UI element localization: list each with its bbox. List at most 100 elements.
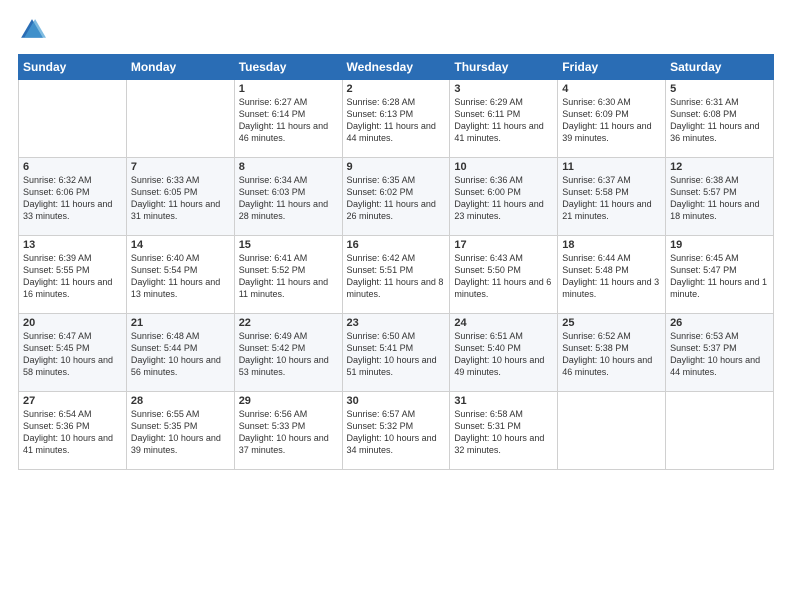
weekday-header: Wednesday xyxy=(342,55,450,80)
day-number: 20 xyxy=(23,317,122,329)
sunrise-label: Sunrise: 6:47 AM xyxy=(23,331,92,341)
sunset-label: Sunset: 5:50 PM xyxy=(454,265,521,275)
day-info: Sunrise: 6:33 AM Sunset: 6:05 PM Dayligh… xyxy=(131,174,230,223)
daylight-label: Daylight: 11 hours and 8 minutes. xyxy=(347,277,444,299)
day-info: Sunrise: 6:43 AM Sunset: 5:50 PM Dayligh… xyxy=(454,252,553,301)
daylight-label: Daylight: 11 hours and 26 minutes. xyxy=(347,199,436,221)
calendar-cell: 15 Sunrise: 6:41 AM Sunset: 5:52 PM Dayl… xyxy=(234,236,342,314)
calendar-cell: 2 Sunrise: 6:28 AM Sunset: 6:13 PM Dayli… xyxy=(342,80,450,158)
day-info: Sunrise: 6:32 AM Sunset: 6:06 PM Dayligh… xyxy=(23,174,122,223)
day-info: Sunrise: 6:47 AM Sunset: 5:45 PM Dayligh… xyxy=(23,330,122,379)
day-info: Sunrise: 6:40 AM Sunset: 5:54 PM Dayligh… xyxy=(131,252,230,301)
calendar-cell: 18 Sunrise: 6:44 AM Sunset: 5:48 PM Dayl… xyxy=(558,236,666,314)
sunset-label: Sunset: 5:57 PM xyxy=(670,187,737,197)
sunset-label: Sunset: 5:33 PM xyxy=(239,421,306,431)
daylight-label: Daylight: 11 hours and 18 minutes. xyxy=(670,199,759,221)
calendar-cell: 31 Sunrise: 6:58 AM Sunset: 5:31 PM Dayl… xyxy=(450,392,558,470)
sunrise-label: Sunrise: 6:37 AM xyxy=(562,175,631,185)
sunrise-label: Sunrise: 6:45 AM xyxy=(670,253,739,263)
daylight-label: Daylight: 10 hours and 49 minutes. xyxy=(454,355,544,377)
calendar-cell xyxy=(19,80,127,158)
day-info: Sunrise: 6:52 AM Sunset: 5:38 PM Dayligh… xyxy=(562,330,661,379)
day-number: 28 xyxy=(131,395,230,407)
daylight-label: Daylight: 10 hours and 51 minutes. xyxy=(347,355,437,377)
weekday-header: Thursday xyxy=(450,55,558,80)
day-number: 24 xyxy=(454,317,553,329)
day-number: 29 xyxy=(239,395,338,407)
calendar-cell: 16 Sunrise: 6:42 AM Sunset: 5:51 PM Dayl… xyxy=(342,236,450,314)
daylight-label: Daylight: 10 hours and 58 minutes. xyxy=(23,355,113,377)
daylight-label: Daylight: 10 hours and 34 minutes. xyxy=(347,433,437,455)
day-info: Sunrise: 6:58 AM Sunset: 5:31 PM Dayligh… xyxy=(454,408,553,457)
day-number: 9 xyxy=(347,161,446,173)
calendar-cell: 29 Sunrise: 6:56 AM Sunset: 5:33 PM Dayl… xyxy=(234,392,342,470)
calendar-cell: 17 Sunrise: 6:43 AM Sunset: 5:50 PM Dayl… xyxy=(450,236,558,314)
sunrise-label: Sunrise: 6:27 AM xyxy=(239,97,308,107)
day-number: 13 xyxy=(23,239,122,251)
sunset-label: Sunset: 5:40 PM xyxy=(454,343,521,353)
sunset-label: Sunset: 6:05 PM xyxy=(131,187,198,197)
day-number: 18 xyxy=(562,239,661,251)
day-number: 8 xyxy=(239,161,338,173)
daylight-label: Daylight: 11 hours and 13 minutes. xyxy=(131,277,220,299)
daylight-label: Daylight: 10 hours and 46 minutes. xyxy=(562,355,652,377)
daylight-label: Daylight: 11 hours and 16 minutes. xyxy=(23,277,112,299)
sunset-label: Sunset: 5:54 PM xyxy=(131,265,198,275)
daylight-label: Daylight: 10 hours and 37 minutes. xyxy=(239,433,329,455)
day-info: Sunrise: 6:37 AM Sunset: 5:58 PM Dayligh… xyxy=(562,174,661,223)
sunset-label: Sunset: 5:31 PM xyxy=(454,421,521,431)
weekday-header: Tuesday xyxy=(234,55,342,80)
day-number: 21 xyxy=(131,317,230,329)
day-info: Sunrise: 6:28 AM Sunset: 6:13 PM Dayligh… xyxy=(347,96,446,145)
day-number: 30 xyxy=(347,395,446,407)
daylight-label: Daylight: 11 hours and 36 minutes. xyxy=(670,121,759,143)
day-number: 27 xyxy=(23,395,122,407)
sunrise-label: Sunrise: 6:28 AM xyxy=(347,97,416,107)
calendar-cell xyxy=(666,392,774,470)
day-number: 5 xyxy=(670,83,769,95)
day-info: Sunrise: 6:45 AM Sunset: 5:47 PM Dayligh… xyxy=(670,252,769,301)
day-info: Sunrise: 6:53 AM Sunset: 5:37 PM Dayligh… xyxy=(670,330,769,379)
weekday-header: Sunday xyxy=(19,55,127,80)
calendar-cell: 5 Sunrise: 6:31 AM Sunset: 6:08 PM Dayli… xyxy=(666,80,774,158)
sunset-label: Sunset: 6:02 PM xyxy=(347,187,414,197)
daylight-label: Daylight: 11 hours and 1 minute. xyxy=(670,277,767,299)
calendar-cell: 11 Sunrise: 6:37 AM Sunset: 5:58 PM Dayl… xyxy=(558,158,666,236)
daylight-label: Daylight: 10 hours and 53 minutes. xyxy=(239,355,329,377)
sunset-label: Sunset: 6:09 PM xyxy=(562,109,629,119)
sunset-label: Sunset: 5:42 PM xyxy=(239,343,306,353)
calendar-week-row: 6 Sunrise: 6:32 AM Sunset: 6:06 PM Dayli… xyxy=(19,158,774,236)
calendar-week-row: 13 Sunrise: 6:39 AM Sunset: 5:55 PM Dayl… xyxy=(19,236,774,314)
day-number: 17 xyxy=(454,239,553,251)
day-number: 2 xyxy=(347,83,446,95)
daylight-label: Daylight: 10 hours and 32 minutes. xyxy=(454,433,544,455)
sunrise-label: Sunrise: 6:31 AM xyxy=(670,97,739,107)
calendar-cell: 24 Sunrise: 6:51 AM Sunset: 5:40 PM Dayl… xyxy=(450,314,558,392)
sunrise-label: Sunrise: 6:50 AM xyxy=(347,331,416,341)
calendar-week-row: 1 Sunrise: 6:27 AM Sunset: 6:14 PM Dayli… xyxy=(19,80,774,158)
calendar-cell: 23 Sunrise: 6:50 AM Sunset: 5:41 PM Dayl… xyxy=(342,314,450,392)
calendar-cell: 8 Sunrise: 6:34 AM Sunset: 6:03 PM Dayli… xyxy=(234,158,342,236)
day-number: 15 xyxy=(239,239,338,251)
daylight-label: Daylight: 11 hours and 11 minutes. xyxy=(239,277,328,299)
calendar-week-row: 27 Sunrise: 6:54 AM Sunset: 5:36 PM Dayl… xyxy=(19,392,774,470)
daylight-label: Daylight: 11 hours and 6 minutes. xyxy=(454,277,551,299)
calendar-cell: 19 Sunrise: 6:45 AM Sunset: 5:47 PM Dayl… xyxy=(666,236,774,314)
sunset-label: Sunset: 5:44 PM xyxy=(131,343,198,353)
calendar-week-row: 20 Sunrise: 6:47 AM Sunset: 5:45 PM Dayl… xyxy=(19,314,774,392)
day-info: Sunrise: 6:31 AM Sunset: 6:08 PM Dayligh… xyxy=(670,96,769,145)
calendar-cell: 9 Sunrise: 6:35 AM Sunset: 6:02 PM Dayli… xyxy=(342,158,450,236)
weekday-header: Friday xyxy=(558,55,666,80)
sunrise-label: Sunrise: 6:51 AM xyxy=(454,331,523,341)
sunrise-label: Sunrise: 6:35 AM xyxy=(347,175,416,185)
day-info: Sunrise: 6:39 AM Sunset: 5:55 PM Dayligh… xyxy=(23,252,122,301)
sunset-label: Sunset: 5:36 PM xyxy=(23,421,90,431)
daylight-label: Daylight: 11 hours and 46 minutes. xyxy=(239,121,328,143)
day-number: 6 xyxy=(23,161,122,173)
sunset-label: Sunset: 5:47 PM xyxy=(670,265,737,275)
sunset-label: Sunset: 6:03 PM xyxy=(239,187,306,197)
day-info: Sunrise: 6:42 AM Sunset: 5:51 PM Dayligh… xyxy=(347,252,446,301)
sunrise-label: Sunrise: 6:52 AM xyxy=(562,331,631,341)
sunrise-label: Sunrise: 6:44 AM xyxy=(562,253,631,263)
daylight-label: Daylight: 11 hours and 28 minutes. xyxy=(239,199,328,221)
